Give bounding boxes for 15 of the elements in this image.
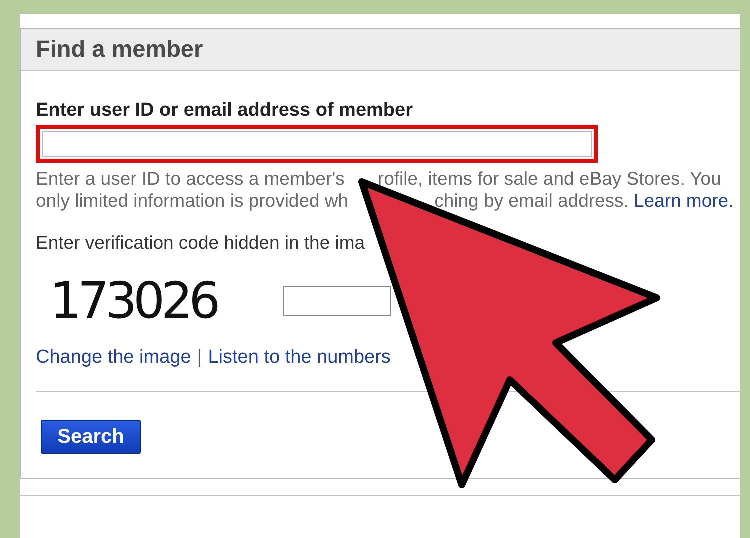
search-button[interactable]: Search — [41, 420, 141, 454]
captcha-link[interactable]: Change the image — [36, 347, 192, 369]
help-text: rofile, items for sale and eBay Stores. You — [378, 168, 722, 190]
link-separator: | — [197, 347, 202, 369]
captcha-image: 173026 — [50, 271, 218, 331]
help-text: Enter a user ID to access a member's — [36, 168, 345, 190]
panel-title: Find a member — [36, 36, 204, 63]
captcha-link[interactable]: Listen to the numbers — [208, 347, 391, 369]
verification-label: Enter verification code hidden in the ima — [36, 232, 366, 254]
help-text: ching by email address. — [434, 190, 629, 212]
learn-more-link[interactable]: Learn more. — [634, 190, 734, 212]
field-label: Enter user ID or email address of member — [36, 100, 414, 122]
member-id-field[interactable] — [36, 125, 598, 163]
verification-code-field[interactable] — [283, 286, 391, 316]
help-text: only limited information is provided wh — [36, 190, 349, 212]
